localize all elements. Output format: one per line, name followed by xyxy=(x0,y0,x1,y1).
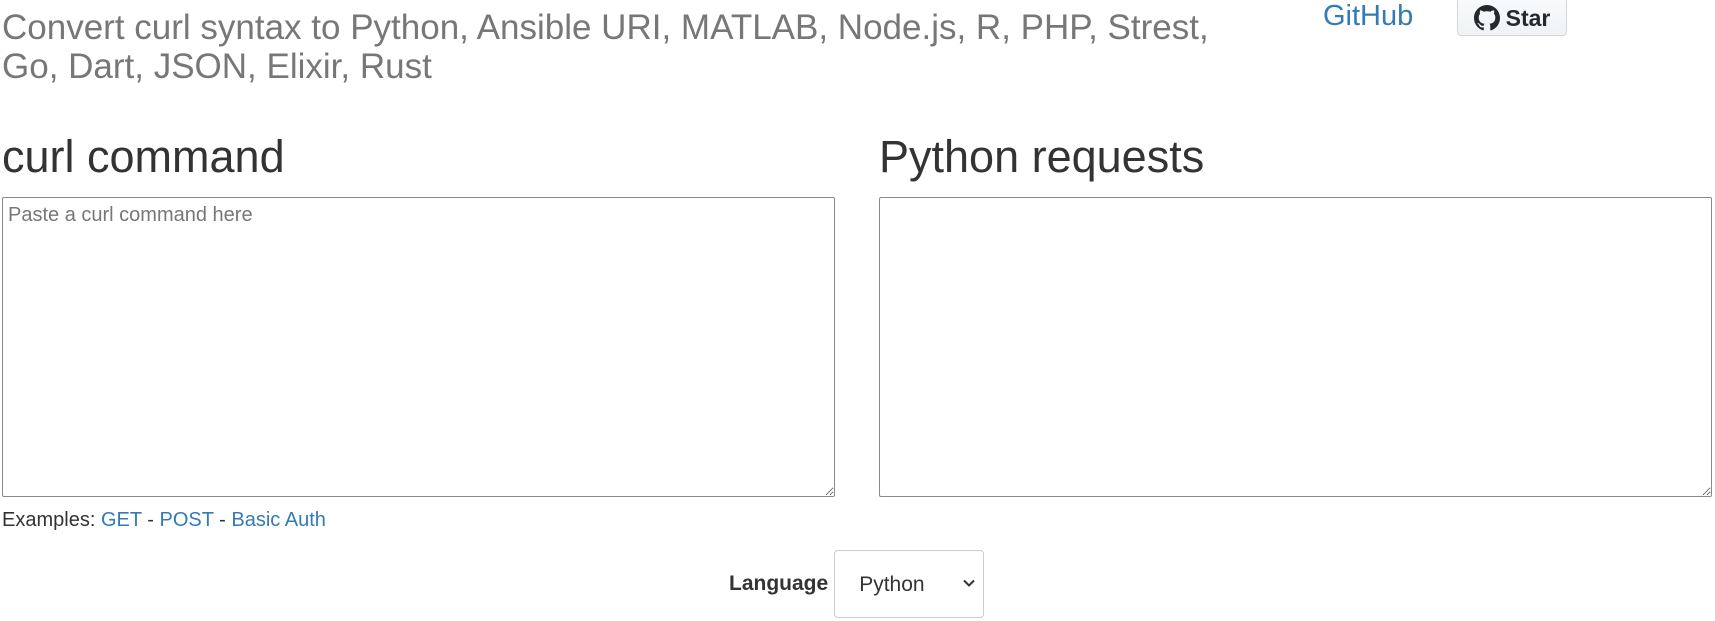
language-row: Language Python xyxy=(729,550,985,618)
star-label: Star xyxy=(1505,4,1551,31)
github-star-button[interactable]: Star xyxy=(1457,0,1567,36)
language-select[interactable]: Python xyxy=(834,550,985,618)
language-select-wrap: Python xyxy=(834,550,985,618)
github-link[interactable]: GitHub xyxy=(1323,0,1413,33)
page: Convert curl syntax to Python, Ansible U… xyxy=(0,0,1715,621)
curl-command-heading: curl command xyxy=(2,131,285,182)
examples-separator: - xyxy=(147,509,154,531)
page-subtitle: Convert curl syntax to Python, Ansible U… xyxy=(2,8,1209,86)
output-heading: Python requests xyxy=(879,131,1205,182)
examples-separator: - xyxy=(219,509,226,531)
github-icon xyxy=(1473,5,1500,31)
example-get-link[interactable]: GET xyxy=(101,509,142,531)
language-label: Language xyxy=(729,572,829,595)
generated-code-output[interactable] xyxy=(879,197,1712,497)
examples-row: Examples: GET - POST - Basic Auth xyxy=(2,508,326,532)
examples-label: Examples: xyxy=(2,509,96,531)
curl-command-input[interactable] xyxy=(2,197,835,497)
example-basic-auth-link[interactable]: Basic Auth xyxy=(231,509,326,531)
example-post-link[interactable]: POST xyxy=(160,509,214,531)
